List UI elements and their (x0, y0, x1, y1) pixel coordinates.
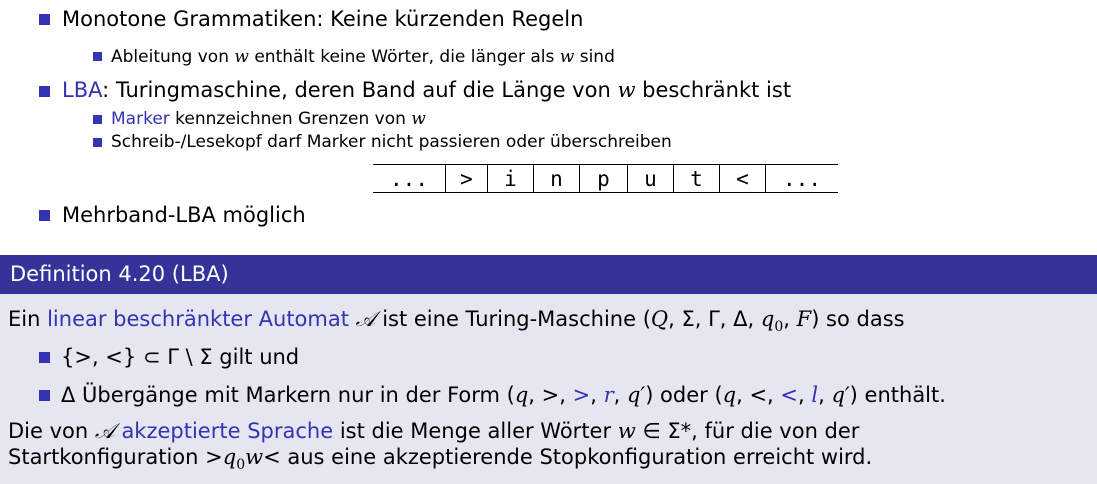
definition-title: Definition 4.20 (LBA) (10, 262, 229, 286)
var-w: w (234, 47, 249, 67)
var-w: w (559, 47, 575, 67)
tape-cell: < (719, 164, 766, 193)
bullet-text: Monotone Grammatiken: Keine kürzenden Re… (62, 7, 584, 31)
bullet-marker (39, 352, 50, 363)
bullet-marker (93, 138, 102, 147)
tape-cell: t (673, 164, 720, 193)
subbullet-marker: Marker kennzeichnen Grenzen von w (111, 109, 426, 129)
var-w: w (411, 109, 426, 129)
text: ∈ Σ*, für die von der (635, 419, 860, 443)
var-q0: q (760, 307, 775, 331)
var-q: q (514, 383, 529, 407)
marker-symbol: < (780, 383, 799, 407)
text: ist eine Turing-Maschine ( (375, 307, 651, 331)
accepted-language-link[interactable]: akzeptierte Sprache (121, 419, 333, 443)
text: , (590, 383, 604, 407)
text: sind (574, 47, 615, 67)
bullet-monotone-grammars: Monotone Grammatiken: Keine kürzenden Re… (62, 7, 583, 31)
marker-symbol: > (572, 383, 591, 407)
var-Q: Q (650, 307, 669, 331)
lba-term-link[interactable]: linear beschränkter Automat (47, 307, 349, 331)
var-w: w (617, 78, 636, 102)
tape-cell: p (579, 164, 628, 193)
var-q0: q (222, 445, 237, 469)
text: , (818, 383, 832, 407)
text: ) so dass (811, 307, 905, 331)
tape-cell: ... (765, 164, 838, 193)
tape-cell: n (533, 164, 580, 193)
var-qprime: q′ (626, 383, 646, 407)
bullet-text: Mehrband-LBA möglich (62, 203, 306, 227)
var-w: w (245, 445, 264, 469)
text: , <, (736, 383, 781, 407)
text: ist die Menge aller Wörter (333, 419, 618, 443)
bullet-marker (93, 115, 102, 124)
tape-cell: > (445, 164, 488, 193)
text: Startkonfiguration > (8, 445, 223, 469)
text: , Σ, Γ, Δ, (668, 307, 761, 331)
text: , (613, 383, 627, 407)
subbullet-derivation: Ableitung von w enthält keine Wörter, di… (111, 47, 615, 67)
definition-line-3: Startkonfiguration >q0w< aus eine akzept… (8, 445, 872, 477)
definition-line-2: Die von 𝒜 akzeptierte Sprache ist die Me… (8, 419, 859, 443)
text: ) enthält. (849, 383, 946, 407)
text: ) oder ( (645, 383, 723, 407)
tape-cell: i (487, 164, 534, 193)
bullet-marker (39, 210, 50, 221)
text: Ein (8, 307, 48, 331)
text: , (798, 383, 812, 407)
text: , (783, 307, 797, 331)
automaton-symbol: 𝒜 (355, 307, 376, 331)
text: beschränkt ist (635, 78, 792, 102)
text: < aus eine akzeptierende Stopkonfigurati… (263, 445, 873, 469)
var-w: w (617, 419, 636, 443)
text: kennzeichnen Grenzen von (169, 109, 412, 129)
definition-line-1: Ein linear beschränkter Automat 𝒜 ist ei… (8, 307, 905, 339)
bullet-marker (93, 52, 102, 61)
definition-item-2: Δ Übergänge mit Markern nur in der Form … (61, 383, 946, 407)
subscript: 0 (236, 457, 246, 474)
text: Ableitung von (111, 47, 235, 67)
var-F: F (796, 307, 812, 331)
lba-link[interactable]: LBA (62, 78, 102, 102)
bullet-text: Schreib-/Lesekopf darf Marker nicht pass… (111, 132, 672, 152)
tape-cell: ... (373, 164, 446, 193)
subscript: 0 (774, 319, 784, 336)
marker-link[interactable]: Marker (111, 109, 170, 129)
var-q: q (722, 383, 737, 407)
text: Δ Übergänge mit Markern nur in der Form … (61, 383, 515, 407)
bullet-lba: LBA: Turingmaschine, deren Band auf die … (62, 78, 791, 102)
text: enthält keine Wörter, die länger als (248, 47, 560, 67)
var-r: r (603, 383, 614, 407)
definition-body: Ein linear beschränkter Automat 𝒜 ist ei… (0, 294, 1097, 484)
definition-header: Definition 4.20 (LBA) (0, 255, 1097, 294)
text: : Turingmaschine, deren Band auf die Län… (102, 78, 618, 102)
var-qprime: q′ (831, 383, 850, 407)
bullet-multitape: Mehrband-LBA möglich (62, 203, 306, 227)
text: {>, <} ⊂ Γ \ Σ gilt und (61, 345, 300, 369)
text: , >, (528, 383, 573, 407)
bullet-marker (39, 86, 50, 97)
tape-diagram: ... > i n p u t < ... (373, 164, 838, 193)
text: Die von (8, 419, 95, 443)
bullet-marker (39, 14, 50, 25)
definition-item-1: {>, <} ⊂ Γ \ Σ gilt und (61, 345, 299, 369)
subbullet-head: Schreib-/Lesekopf darf Marker nicht pass… (111, 132, 672, 152)
automaton-symbol: 𝒜 (94, 419, 115, 443)
tape-cell: u (627, 164, 674, 193)
bullet-marker (39, 390, 50, 401)
